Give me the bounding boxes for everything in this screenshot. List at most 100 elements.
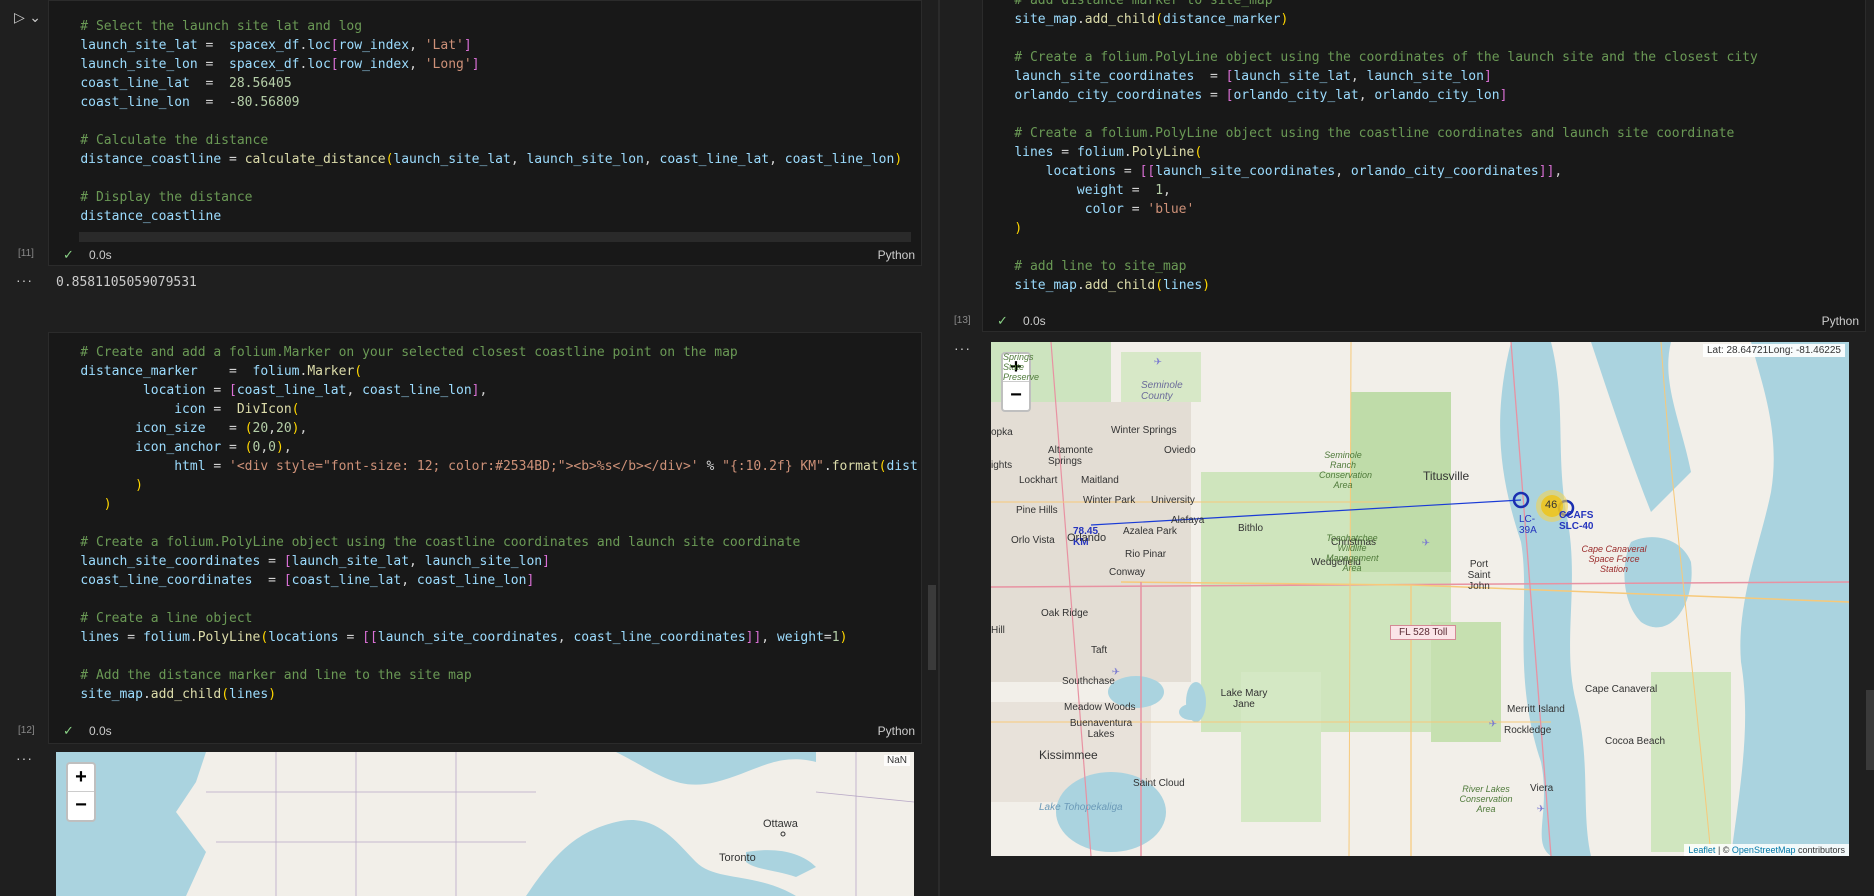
execution-count: [13]: [954, 315, 971, 326]
vertical-scrollbar[interactable]: [928, 585, 936, 670]
output-menu-icon[interactable]: ···: [16, 750, 33, 766]
map-label: Winter Springs: [1111, 425, 1177, 436]
code-line[interactable]: # Create a line object: [49, 609, 921, 628]
vertical-scrollbar[interactable]: [1866, 690, 1874, 770]
code-line[interactable]: lines = folium.PolyLine(locations = [[la…: [49, 628, 921, 647]
map-label: Seminole Ranch Conservation Area: [1319, 450, 1373, 490]
code-line[interactable]: launch_site_coordinates = [launch_site_l…: [983, 67, 1865, 86]
execution-count: [12]: [18, 725, 35, 736]
code-line[interactable]: orlando_city_coordinates = [orlando_city…: [983, 86, 1865, 105]
code-line[interactable]: # Display the distance: [49, 188, 921, 207]
code-line[interactable]: html = '<div style="font-size: 12; color…: [49, 457, 921, 476]
map-tiles: ✈ ✈ ✈ ✈ ✈: [991, 342, 1849, 856]
code-line[interactable]: site_map.add_child(distance_marker): [983, 10, 1865, 29]
code-line[interactable]: # add line to site_map: [983, 257, 1865, 276]
code-line[interactable]: color = 'blue': [983, 200, 1865, 219]
code-line[interactable]: coast_line_lat = 28.56405: [49, 74, 921, 93]
code-cell-13[interactable]: # add distance marker to site_map site_m…: [982, 0, 1866, 332]
code-editor[interactable]: # add distance marker to site_map site_m…: [983, 0, 1865, 295]
leaflet-link[interactable]: Leaflet: [1688, 845, 1715, 855]
code-line[interactable]: coast_line_lon = -80.56809: [49, 93, 921, 112]
left-editor-pane: ▷ ⌄ # Select the launch site lat and log…: [0, 0, 938, 896]
cell-status-bar: ✓ 0.0s Python: [983, 310, 1865, 332]
code-line[interactable]: launch_site_lon = spacex_df.loc[row_inde…: [49, 55, 921, 74]
map-label: Port Saint John: [1467, 559, 1491, 592]
code-line[interactable]: site_map.add_child(lines): [49, 685, 921, 704]
code-line[interactable]: # Create a folium.PolyLine object using …: [983, 48, 1865, 67]
execution-count: [11]: [18, 248, 34, 259]
code-line[interactable]: distance_marker = folium.Marker(: [49, 362, 921, 381]
code-line[interactable]: # add distance marker to site_map: [983, 0, 1865, 10]
code-line[interactable]: icon_anchor = (0,0),: [49, 438, 921, 457]
code-line[interactable]: icon = DivIcon(: [49, 400, 921, 419]
cell-language[interactable]: Python: [878, 248, 915, 262]
map-label: Orlo Vista: [1011, 535, 1055, 546]
zoom-out-button[interactable]: −: [1003, 382, 1029, 410]
code-cell-11[interactable]: # Select the launch site lat and log lau…: [48, 0, 922, 266]
code-line[interactable]: [49, 169, 921, 188]
map-label: Winter Park: [1083, 495, 1136, 506]
map-label: Meadow Woods: [1064, 702, 1136, 713]
code-line[interactable]: lines = folium.PolyLine(: [983, 143, 1865, 162]
code-line[interactable]: # Create a folium.PolyLine object using …: [49, 533, 921, 552]
output-menu-icon[interactable]: ···: [16, 272, 33, 288]
code-line[interactable]: [49, 590, 921, 609]
code-line[interactable]: # Add the distance marker and line to th…: [49, 666, 921, 685]
osm-link[interactable]: OpenStreetMap: [1732, 845, 1796, 855]
code-line[interactable]: [983, 238, 1865, 257]
map-attribution: Leaflet | © OpenStreetMap contributors: [1684, 844, 1849, 856]
map-label: Lake Tohopekaliga: [1039, 802, 1123, 813]
code-line[interactable]: [49, 647, 921, 666]
code-line[interactable]: distance_coastline = calculate_distance(…: [49, 150, 921, 169]
horizontal-scrollbar[interactable]: [79, 232, 911, 242]
cell-status-bar: ✓ 0.0s Python: [49, 244, 921, 266]
code-line[interactable]: weight = 1,: [983, 181, 1865, 200]
zoom-out-button[interactable]: −: [68, 792, 94, 820]
cluster-marker-count[interactable]: 46: [1545, 499, 1557, 511]
code-line[interactable]: icon_size = (20,20),: [49, 419, 921, 438]
code-line[interactable]: ): [983, 219, 1865, 238]
code-line[interactable]: # Create and add a folium.Marker on your…: [49, 343, 921, 362]
cell-language[interactable]: Python: [878, 724, 915, 738]
code-line[interactable]: locations = [[launch_site_coordinates, o…: [983, 162, 1865, 181]
success-check-icon: ✓: [63, 247, 74, 262]
code-line[interactable]: # Calculate the distance: [49, 131, 921, 150]
code-line[interactable]: launch_site_lat = spacex_df.loc[row_inde…: [49, 36, 921, 55]
map-zoom-control[interactable]: + −: [66, 762, 96, 822]
code-line[interactable]: distance_coastline: [49, 207, 921, 226]
code-line[interactable]: coast_line_coordinates = [coast_line_lat…: [49, 571, 921, 590]
map-label: Rio Pinar: [1125, 549, 1167, 560]
code-line[interactable]: # Select the launch site lat and log: [49, 17, 921, 36]
cell-language[interactable]: Python: [1822, 314, 1859, 328]
code-cell-12[interactable]: # Create and add a folium.Marker on your…: [48, 332, 922, 744]
code-line[interactable]: site_map.add_child(lines): [983, 276, 1865, 295]
map-label: opka: [991, 427, 1013, 438]
map-label: Lake Mary Jane: [1220, 688, 1268, 710]
cell-output: 0.8581105059079531: [56, 275, 197, 290]
right-editor-pane: # add distance marker to site_map site_m…: [940, 0, 1874, 896]
code-line[interactable]: [49, 514, 921, 533]
zoom-in-button[interactable]: +: [68, 764, 94, 792]
launch-site-label-ccafs: CCAFS SLC-40: [1559, 510, 1594, 532]
code-line[interactable]: ): [49, 495, 921, 514]
code-line[interactable]: ): [49, 476, 921, 495]
code-editor[interactable]: # Create and add a folium.Marker on your…: [49, 343, 921, 704]
run-cell-icon[interactable]: ▷ ⌄: [14, 10, 41, 26]
code-line[interactable]: # Create a folium.PolyLine object using …: [983, 124, 1865, 143]
output-menu-icon[interactable]: ···: [954, 340, 971, 356]
coordinate-readout: Lat: 28.64721Long: -81.46225: [1702, 344, 1845, 357]
map-label: Saint Cloud: [1133, 778, 1185, 789]
code-line[interactable]: [983, 105, 1865, 124]
code-line[interactable]: location = [coast_line_lat, coast_line_l…: [49, 381, 921, 400]
map-label: Cocoa Beach: [1605, 736, 1666, 747]
code-editor[interactable]: # Select the launch site lat and log lau…: [49, 17, 921, 226]
code-line[interactable]: launch_site_coordinates = [launch_site_l…: [49, 552, 921, 571]
map-label: Lockhart: [1019, 475, 1058, 486]
map-label: Hill: [991, 625, 1005, 636]
code-line[interactable]: [983, 29, 1865, 48]
small-folium-map[interactable]: + − NaN Ottawa Toronto: [56, 752, 914, 896]
road-label: FL 528 Toll: [1390, 625, 1457, 640]
code-line[interactable]: [49, 112, 921, 131]
folium-map[interactable]: ✈ ✈ ✈ ✈ ✈ + − Lat: 28.64721Long: -81.462…: [991, 342, 1849, 856]
map-label-toronto: Toronto: [719, 852, 756, 864]
